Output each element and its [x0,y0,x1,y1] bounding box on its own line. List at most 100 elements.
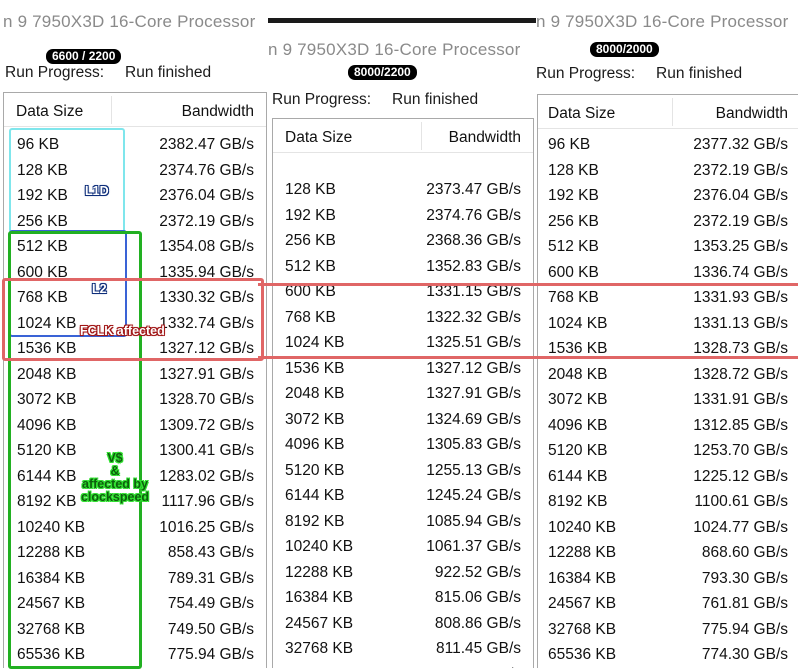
cell-data-size: 512 KB [548,238,599,255]
cell-data-size: 256 KB [285,232,336,249]
cell-bandwidth: 811.45 GB/s [435,640,521,657]
table-row[interactable]: 6144 KB 1225.12 GB/s [538,468,798,490]
cell-bandwidth: 2372.19 GB/s [159,212,254,230]
table-row[interactable]: 5120 KB 1253.70 GB/s [538,442,798,464]
table-row[interactable]: 8192 KB 1085.94 GB/s [273,513,533,535]
cell-data-size: 5120 KB [285,461,345,479]
table-row[interactable]: 10240 KB 1061.37 GB/s [273,538,533,560]
cell-data-size: 2048 KB [548,365,608,383]
table-row[interactable]: 16384 KB 793.30 GB/s [538,570,798,592]
table-row[interactable]: 32768 KB 811.45 GB/s [273,640,533,662]
table-row[interactable]: 128 KB 2372.19 GB/s [538,162,798,184]
table-row[interactable]: 2048 KB 1327.91 GB/s [273,385,533,407]
cell-data-size: 65536 KB [548,646,617,663]
cell-bandwidth: 2374.76 GB/s [426,206,521,224]
table-row[interactable]: 600 KB 1331.15 GB/s [273,283,533,305]
progress-label: Run Progress: [536,65,636,82]
cell-bandwidth: 1255.13 GB/s [426,461,521,479]
table-row[interactable]: 16384 KB 815.06 GB/s [273,589,533,611]
cell-bandwidth: 2376.04 GB/s [693,187,788,204]
table-row[interactable]: 256 KB 2372.19 GB/s [538,213,798,235]
table-row[interactable]: 6144 KB 1245.24 GB/s [273,487,533,509]
cell-bandwidth: 2376.04 GB/s [159,187,254,204]
col-separator[interactable] [672,98,673,126]
cell-data-size: 5120 KB [548,442,608,459]
table-header: Data Size Bandwidth [273,122,533,153]
col-header-data-size[interactable]: Data Size [548,105,615,123]
col-header-bandwidth[interactable]: Bandwidth [449,129,521,147]
table-row[interactable]: 1024 KB 1325.51 GB/s [273,334,533,356]
cell-data-size: 12288 KB [285,563,354,581]
cell-bandwidth: 1024.77 GB/s [693,518,788,536]
cell-data-size: 24567 KB [285,614,354,632]
results-table[interactable]: Data Size Bandwidth 128 KB 2373.47 GB/s 19… [272,118,534,668]
window-title: n 9 7950X3D 16-Core Processor [268,40,521,59]
cell-bandwidth: 1324.69 GB/s [426,410,521,428]
cell-data-size: 24567 KB [548,595,617,612]
config-badge: 6600 / 2200 [46,49,122,64]
table-header: Data Size Bandwidth [538,98,798,129]
table-row[interactable]: 3072 KB 1324.69 GB/s [273,411,533,433]
table-row[interactable]: 1024 KB 1331.13 GB/s [538,315,798,337]
cell-data-size: 1024 KB [548,314,608,332]
progress-value: Run finished [392,91,479,108]
table-row[interactable]: 32768 KB 775.94 GB/s [538,621,798,643]
table-row[interactable]: 12288 KB 868.60 GB/s [538,544,798,566]
table-row[interactable]: 5120 KB 1255.13 GB/s [273,462,533,484]
cell-bandwidth: 2382.47 GB/s [159,136,254,153]
cell-bandwidth: 2372.19 GB/s [693,161,788,179]
table-row[interactable]: 24567 KB 808.86 GB/s [273,615,533,637]
col-header-bandwidth[interactable]: Bandwidth [716,105,788,123]
table-row[interactable]: 1536 KB 1327.12 GB/s [273,360,533,382]
fclk-highlight-line-bottom [258,356,798,359]
table-row[interactable]: 3072 KB 1331.91 GB/s [538,391,798,413]
table-row[interactable]: 4096 KB 1312.85 GB/s [538,417,798,439]
table-row[interactable]: 256 KB 2368.36 GB/s [273,232,533,254]
table-row[interactable]: 24567 KB 761.81 GB/s [538,595,798,617]
table-row[interactable]: 10240 KB 1024.77 GB/s [538,519,798,541]
col-separator[interactable] [111,96,112,124]
cell-bandwidth: 815.06 GB/s [434,589,521,606]
table-row[interactable]: 768 KB 1322.32 GB/s [273,309,533,331]
table-row[interactable]: 4096 KB 1305.83 GB/s [273,436,533,458]
col-header-data-size[interactable]: Data Size [16,103,83,121]
fclk-label: FCLK affected [80,324,165,338]
cell-bandwidth: 1300.41 GB/s [159,442,254,459]
cell-bandwidth: 2372.19 GB/s [693,212,788,230]
fclk-highlight-box-panel-1 [2,278,264,361]
cell-bandwidth: 868.60 GB/s [701,544,788,561]
cell-data-size: 6144 KB [285,487,345,504]
cell-bandwidth: 2373.47 GB/s [426,181,521,198]
cell-data-size: 2048 KB [285,385,345,402]
table-row[interactable]: 768 KB 1331.93 GB/s [538,289,798,311]
cell-data-size: 3072 KB [548,391,608,408]
cell-data-size: 128 KB [548,161,599,179]
l1d-label: L1D [85,184,109,198]
table-row[interactable]: 96 KB 2377.32 GB/s [538,136,798,158]
table-row[interactable]: 12288 KB 922.52 GB/s [273,564,533,586]
cell-data-size: 768 KB [285,308,336,326]
table-row[interactable]: 8192 KB 1100.61 GB/s [538,493,798,515]
cell-bandwidth: 775.94 GB/s [167,646,254,663]
col-header-bandwidth[interactable]: Bandwidth [182,103,254,121]
cell-bandwidth: 1353.25 GB/s [693,238,788,255]
cell-data-size: 600 KB [548,263,599,281]
table-row[interactable]: 512 KB 1352.83 GB/s [273,258,533,280]
table-row[interactable]: 65536 KB 774.30 GB/s [538,646,798,668]
table-row[interactable]: 192 KB 2376.04 GB/s [538,187,798,209]
cell-data-size: 96 KB [548,136,591,153]
cell-data-size: 4096 KB [285,436,345,453]
table-header: Data Size Bandwidth [4,96,266,127]
table-row[interactable]: 512 KB 1353.25 GB/s [538,238,798,260]
cell-bandwidth: 793.30 GB/s [701,569,788,587]
cell-bandwidth: 1331.93 GB/s [693,289,788,306]
cell-bandwidth: 808.86 GB/s [434,614,521,632]
col-header-data-size[interactable]: Data Size [285,129,352,147]
col-separator[interactable] [421,122,422,150]
table-row[interactable]: 2048 KB 1328.72 GB/s [538,366,798,388]
table-row[interactable]: 192 KB 2374.76 GB/s [273,207,533,229]
cell-bandwidth: 2377.32 GB/s [693,136,788,153]
cell-bandwidth: 1117.96 GB/s [161,493,255,510]
results-table[interactable]: Data Size Bandwidth 96 KB 2377.32 GB/s 128… [537,94,798,668]
table-row[interactable]: 128 KB 2373.47 GB/s [273,181,533,203]
